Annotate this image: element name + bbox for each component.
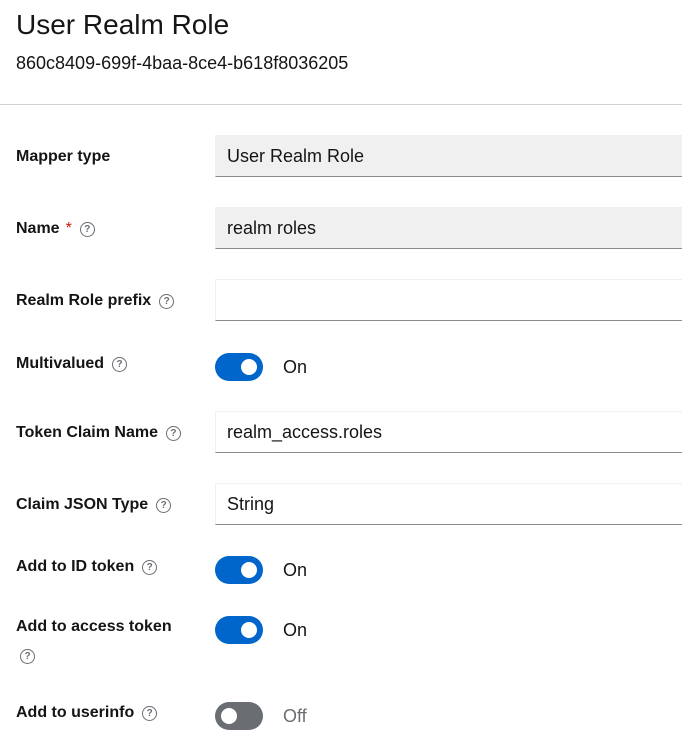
claim-json-type-label: Claim JSON Type? <box>16 494 172 516</box>
token-claim-name-input[interactable]: realm_access.roles <box>215 411 682 453</box>
add-to-access-token-state: On <box>283 620 308 640</box>
name-label: Name *? <box>16 218 95 240</box>
mapper-type-label: Mapper type <box>16 148 111 165</box>
mapper-id: 860c8409-699f-4baa-8ce4-b618f8036205 <box>16 53 349 73</box>
help-icon[interactable]: ? <box>159 294 175 309</box>
multivalued-toggle[interactable] <box>215 353 263 381</box>
add-to-access-token-label: Add to access token <box>16 618 172 635</box>
add-to-id-token-state: On <box>283 560 308 580</box>
realm-role-prefix-label: Realm Role prefix? <box>16 290 175 312</box>
mapper-type-field: User Realm Role <box>215 135 682 177</box>
toggle-knob <box>241 359 257 375</box>
help-icon[interactable]: ? <box>165 426 181 441</box>
add-to-id-token-label: Add to ID token? <box>16 556 158 578</box>
token-claim-name-label: Token Claim Name? <box>16 422 181 444</box>
multivalued-label: Multivalued? <box>16 353 128 375</box>
toggle-knob <box>241 622 257 638</box>
required-indicator: * <box>65 220 72 237</box>
help-icon[interactable]: ? <box>156 498 172 513</box>
add-to-access-token-toggle[interactable] <box>215 616 263 644</box>
page-header: User Realm Role 860c8409-699f-4baa-8ce4-… <box>16 8 348 74</box>
help-icon[interactable]: ? <box>79 222 95 237</box>
add-to-userinfo-state: Off <box>283 706 307 726</box>
help-icon[interactable]: ? <box>112 357 128 372</box>
help-icon[interactable]: ? <box>142 706 158 721</box>
add-to-access-token-help: ? <box>16 645 35 667</box>
add-to-id-token-toggle[interactable] <box>215 556 263 584</box>
help-icon[interactable]: ? <box>20 649 35 664</box>
add-to-userinfo-label: Add to userinfo? <box>16 702 158 724</box>
multivalued-state: On <box>283 357 308 377</box>
realm-role-prefix-input[interactable] <box>215 279 682 321</box>
header-divider <box>0 104 682 105</box>
add-to-userinfo-toggle[interactable] <box>215 702 263 730</box>
help-icon[interactable]: ? <box>142 560 158 575</box>
name-field: realm roles <box>215 207 682 249</box>
toggle-knob <box>221 708 237 724</box>
toggle-knob <box>241 562 257 578</box>
claim-json-type-select[interactable]: String <box>215 483 682 525</box>
page-title: User Realm Role <box>16 9 230 40</box>
